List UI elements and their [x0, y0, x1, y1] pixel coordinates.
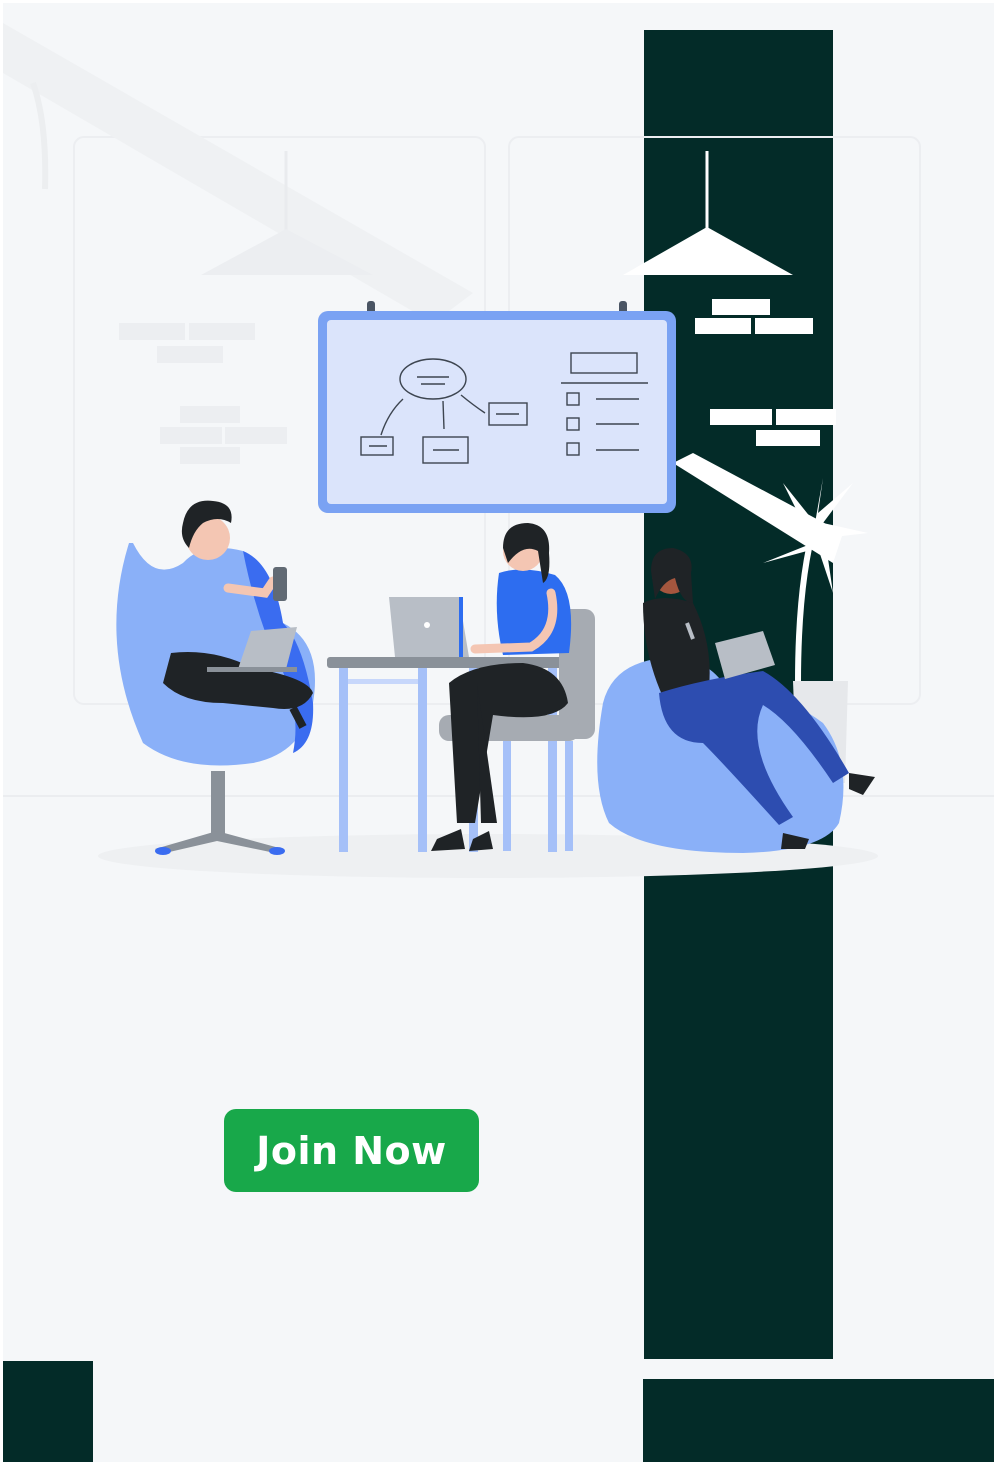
- team-working-illustration: [3, 23, 994, 878]
- dark-corner-block-right: [643, 1379, 994, 1462]
- man-on-egg-chair: [116, 500, 316, 855]
- whiteboard: [318, 301, 676, 513]
- dark-corner-block-left: [3, 1361, 93, 1462]
- page-canvas: Join Now: [3, 3, 994, 1462]
- bricks-left: [119, 323, 287, 464]
- wall-arc: [30, 82, 49, 190]
- lamp-shade-right: [623, 227, 793, 275]
- bricks-right: [695, 299, 836, 446]
- join-now-button[interactable]: Join Now: [224, 1109, 479, 1192]
